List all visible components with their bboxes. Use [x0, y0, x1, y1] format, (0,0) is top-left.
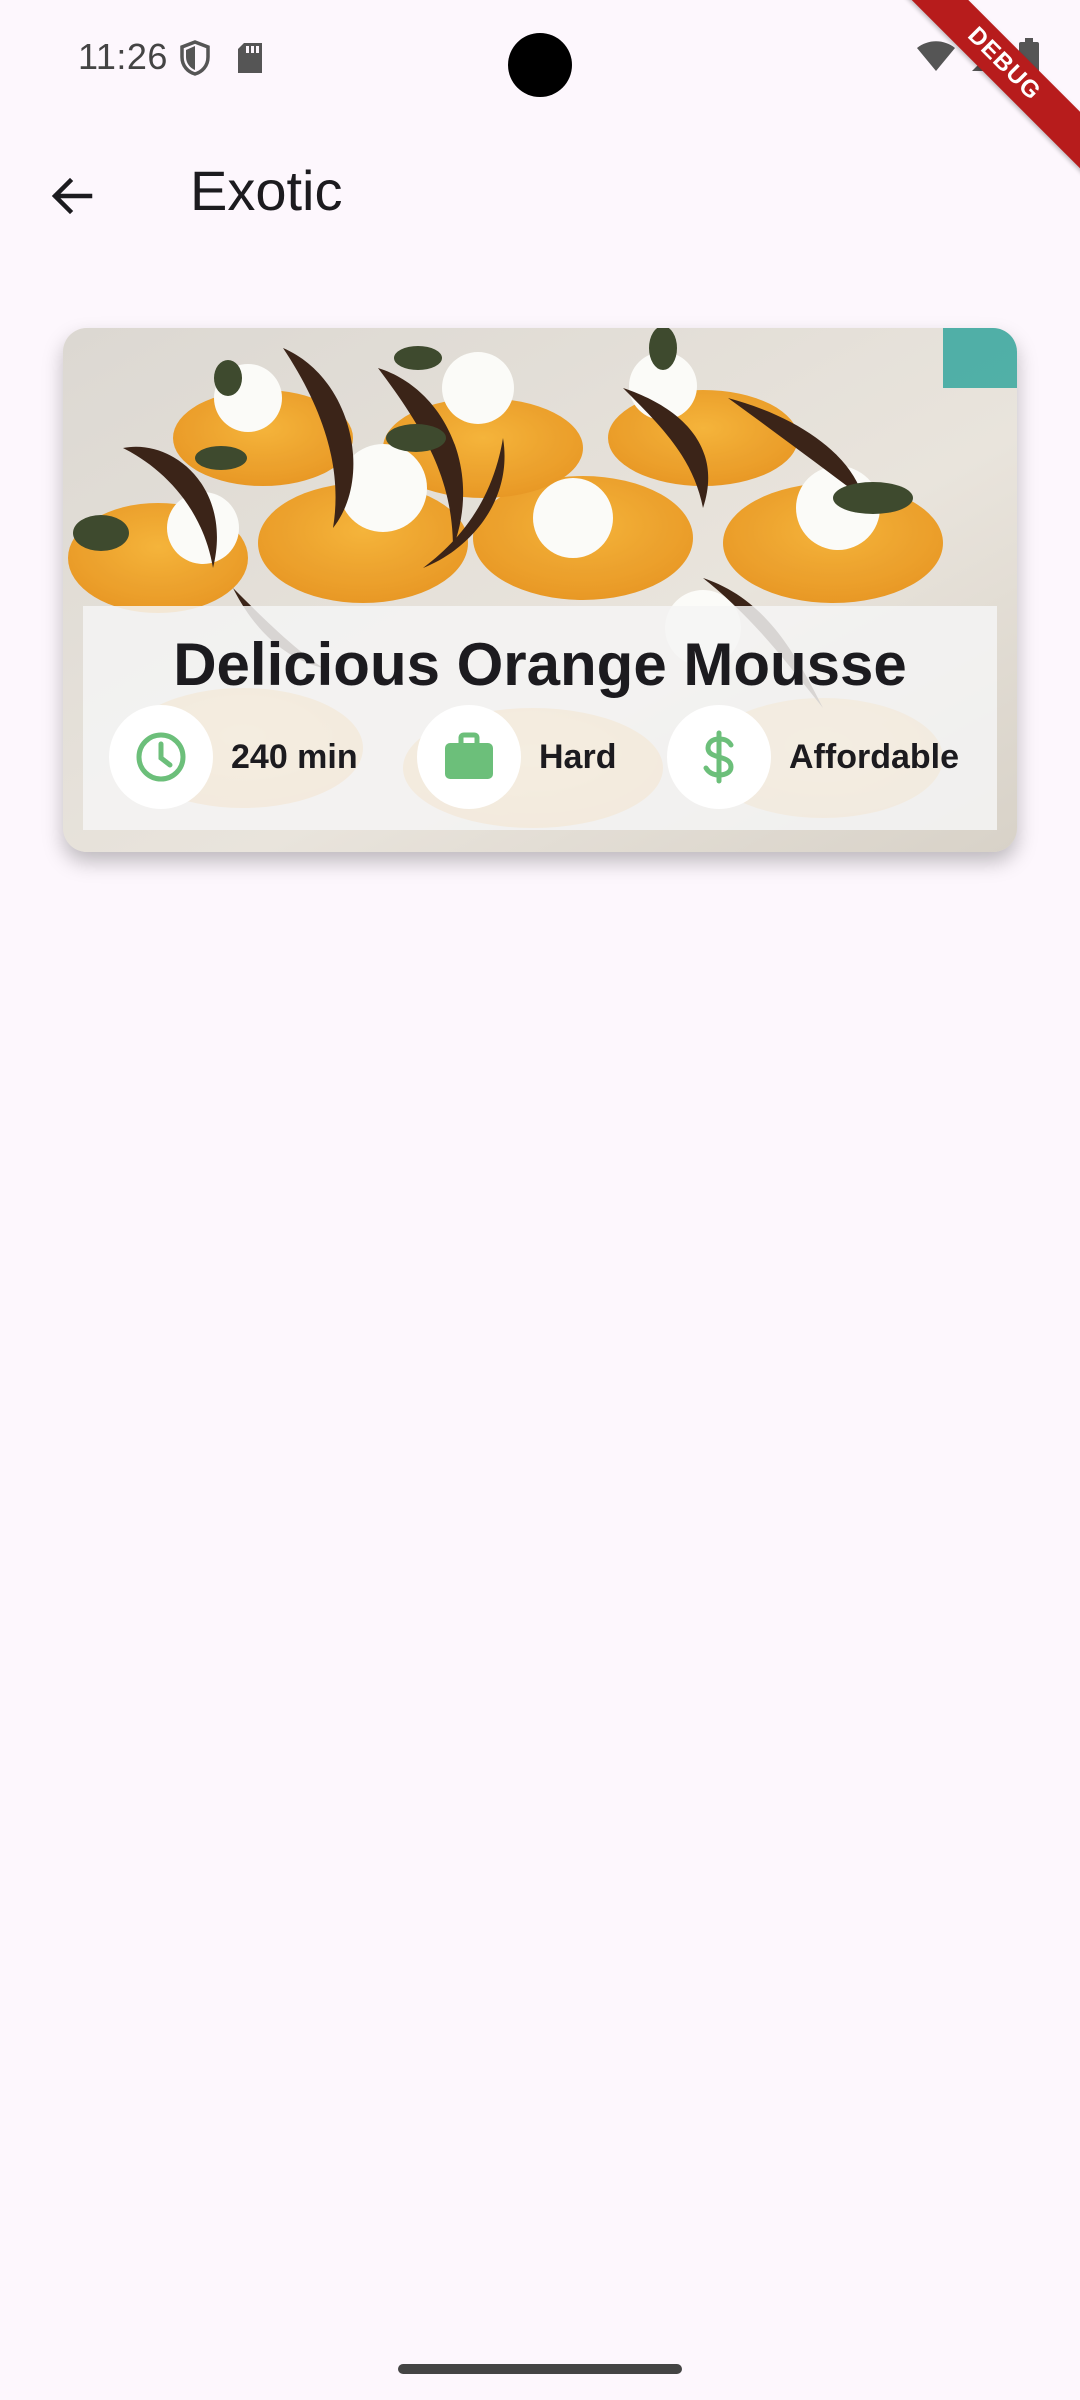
sd-card-icon	[236, 41, 264, 80]
screen: 11:26 DEBUG Exotic Delicious Orange Mous…	[0, 0, 1080, 2400]
meal-info-overlay: Delicious Orange Mousse 240 min Hard Aff…	[83, 606, 997, 830]
status-time: 11:26	[78, 36, 168, 77]
trait-duration-label: 240 min	[231, 737, 358, 776]
wifi-icon	[916, 39, 956, 78]
clock-icon	[109, 705, 213, 809]
shield-icon	[180, 40, 210, 81]
status-right-icons	[916, 38, 1040, 79]
meal-card[interactable]: Delicious Orange Mousse 240 min Hard Aff…	[63, 328, 1017, 852]
status-left-icons	[180, 40, 264, 81]
app-bar: Exotic	[0, 120, 1080, 260]
battery-icon	[1018, 38, 1040, 79]
trait-affordability: Affordable	[667, 704, 959, 810]
back-button[interactable]	[36, 162, 108, 234]
trait-complexity: Hard	[417, 704, 616, 810]
dollar-icon	[667, 705, 771, 809]
status-bar: 11:26	[0, 0, 1080, 120]
home-indicator[interactable]	[398, 2364, 682, 2374]
trait-complexity-label: Hard	[539, 737, 617, 776]
arrow-back-icon	[48, 172, 96, 225]
trait-duration: 240 min	[109, 704, 358, 810]
trait-affordability-label: Affordable	[789, 737, 959, 776]
page-title: Exotic	[190, 159, 343, 222]
meal-traits: 240 min Hard Affordable	[83, 704, 997, 810]
briefcase-icon	[417, 705, 521, 809]
meal-title: Delicious Orange Mousse	[173, 631, 907, 698]
cellular-signal-icon	[970, 39, 1004, 78]
camera-cutout	[508, 33, 572, 97]
